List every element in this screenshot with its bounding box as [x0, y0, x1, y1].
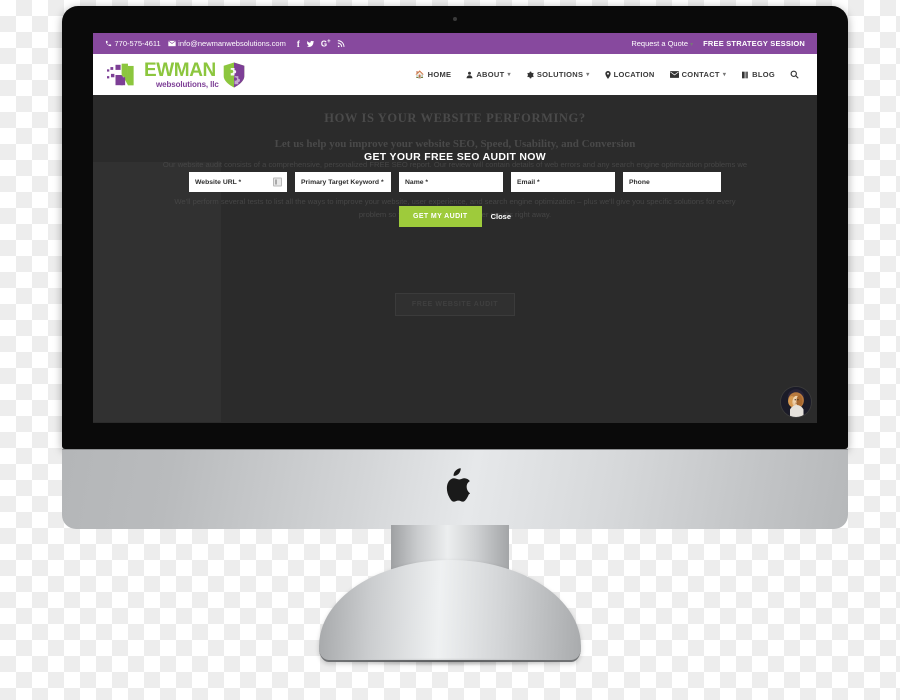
imac-stand-foot	[319, 560, 581, 666]
hero-headline: HOW IS YOUR WEBSITE PERFORMING?	[324, 111, 586, 125]
nav-item-about-label: ABOUT	[476, 70, 505, 79]
modal-title: GET YOUR FREE SEO AUDIT NOW	[364, 151, 546, 163]
logo-sub-label: websolutions, llc	[156, 79, 219, 89]
phone-field[interactable]: Phone	[623, 172, 721, 192]
website-url-field[interactable]: Website URL *	[189, 172, 287, 192]
request-quote-label: Request a Quote	[631, 39, 689, 48]
free-website-audit-button[interactable]: FREE WEBSITE AUDIT	[394, 293, 516, 317]
imac-chin	[62, 449, 848, 529]
phone-icon	[105, 40, 112, 47]
site-topbar: 770-575-4611 info@newmanwebsolutions.com…	[93, 33, 817, 54]
free-strategy-session-link[interactable]: FREE STRATEGY SESSION	[703, 39, 805, 48]
search-icon[interactable]	[790, 70, 799, 79]
close-modal-link[interactable]: Close	[491, 212, 511, 221]
phone-placeholder: Phone	[629, 178, 650, 186]
main-navigation: 🏠 HOME ABOUT ▾ SOLUTIONS ▾ LOCATION CONT…	[415, 70, 803, 79]
hero-subheadline: Let us help you improve your website SEO…	[274, 138, 636, 150]
nav-item-location-label: LOCATION	[613, 70, 655, 79]
topbar-email-label: info@newmanwebsolutions.com	[178, 39, 286, 48]
rss-icon[interactable]	[337, 39, 345, 48]
modal-field-row: Website URL * Primary Target Keyword * N…	[93, 172, 817, 192]
site-navbar: EWMAN websolutions, llc 🏠 HOME ABOUT ▾ S…	[93, 54, 817, 95]
topbar-phone-label: 770-575-4611	[114, 39, 161, 48]
shield-puzzle-icon	[223, 62, 245, 87]
chevron-down-icon: ▾	[586, 72, 590, 78]
nav-item-location[interactable]: LOCATION	[604, 70, 655, 79]
nav-item-solutions[interactable]: SOLUTIONS ▾	[526, 70, 590, 79]
envelope-icon	[669, 71, 679, 78]
nav-item-blog[interactable]: BLOG	[741, 70, 775, 79]
support-agent-avatar[interactable]	[781, 387, 811, 417]
webcam-dot-icon	[453, 17, 457, 21]
name-field[interactable]: Name *	[399, 172, 503, 192]
canvas: 770-575-4611 info@newmanwebsolutions.com…	[0, 0, 900, 700]
autofill-icon[interactable]	[273, 177, 282, 187]
book-icon	[742, 71, 749, 78]
topbar-social-group: f G+	[297, 39, 345, 49]
nav-item-home[interactable]: 🏠 HOME	[415, 70, 451, 79]
imac-display-bezel: 770-575-4611 info@newmanwebsolutions.com…	[62, 6, 848, 449]
chevron-down-icon: ▾	[690, 42, 694, 48]
topbar-phone[interactable]: 770-575-4611	[105, 39, 161, 48]
logo-wordmark: EWMAN websolutions, llc	[144, 61, 219, 89]
chevron-down-icon: ▾	[507, 72, 511, 78]
email-field[interactable]: Email *	[511, 172, 615, 192]
nav-item-home-label: HOME	[427, 70, 452, 79]
seo-audit-modal: GET YOUR FREE SEO AUDIT NOW Website URL …	[93, 151, 817, 227]
get-my-audit-button[interactable]: GET MY AUDIT	[398, 206, 482, 227]
name-placeholder: Name *	[405, 178, 429, 186]
twitter-icon[interactable]	[306, 40, 315, 48]
user-icon	[466, 71, 473, 78]
topbar-actions: Request a Quote ▾ FREE STRATEGY SESSION	[631, 39, 805, 48]
logo-word-label: EWMAN	[144, 59, 216, 81]
primary-keyword-field[interactable]: Primary Target Keyword *	[295, 172, 391, 192]
site-logo[interactable]: EWMAN websolutions, llc	[107, 61, 245, 89]
nav-item-contact-label: CONTACT	[681, 70, 720, 79]
nav-item-contact[interactable]: CONTACT ▾	[669, 70, 727, 79]
apple-logo-icon	[446, 468, 470, 502]
chevron-down-icon: ▾	[722, 72, 727, 78]
modal-actions: GET MY AUDIT Close	[93, 206, 817, 227]
hero-section: HOW IS YOUR WEBSITE PERFORMING? Let us h…	[93, 95, 817, 423]
email-placeholder: Email *	[517, 178, 540, 186]
website-url-placeholder: Website URL *	[195, 178, 242, 186]
topbar-contact-group: 770-575-4611 info@newmanwebsolutions.com…	[105, 39, 345, 49]
home-icon: 🏠	[414, 70, 425, 79]
map-pin-icon	[604, 70, 611, 79]
topbar-email[interactable]: info@newmanwebsolutions.com	[167, 39, 286, 48]
envelope-icon	[167, 40, 176, 47]
logo-pixel-n-icon	[107, 63, 134, 85]
avatar-photo	[781, 387, 811, 417]
request-quote-menu[interactable]: Request a Quote ▾	[631, 39, 693, 48]
screen-content: 770-575-4611 info@newmanwebsolutions.com…	[93, 33, 817, 423]
primary-keyword-placeholder: Primary Target Keyword *	[301, 178, 384, 186]
nav-item-blog-label: BLOG	[752, 70, 775, 79]
nav-item-about[interactable]: ABOUT ▾	[466, 70, 510, 79]
gear-icon	[527, 71, 534, 78]
facebook-icon[interactable]: f	[297, 39, 300, 49]
google-plus-icon[interactable]: G+	[321, 39, 331, 49]
nav-item-solutions-label: SOLUTIONS	[536, 70, 584, 79]
